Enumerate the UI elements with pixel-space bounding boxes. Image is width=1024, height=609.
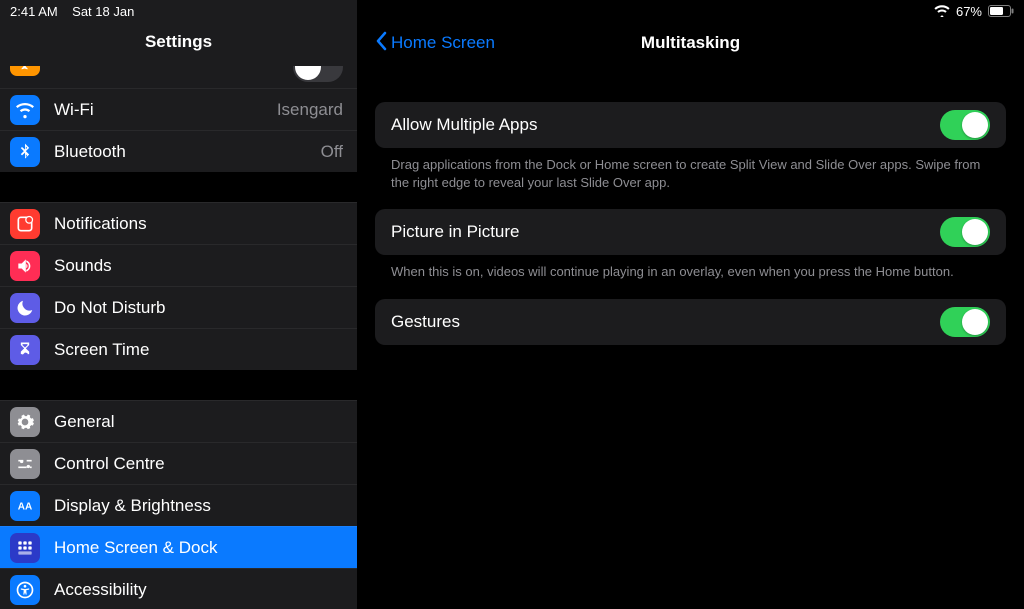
- section-gestures: Gestures: [375, 299, 1006, 345]
- airplane-toggle[interactable]: [293, 66, 343, 82]
- card-allow-apps: Allow Multiple Apps: [375, 102, 1006, 148]
- row-gestures: Gestures: [391, 299, 990, 345]
- sidebar-item-bluetooth[interactable]: Bluetooth Off: [0, 130, 357, 172]
- sidebar-item-accessibility[interactable]: Accessibility: [0, 568, 357, 609]
- pip-label: Picture in Picture: [391, 222, 940, 242]
- group-gap-2: [0, 370, 357, 400]
- sounds-label: Sounds: [54, 256, 343, 276]
- general-label: General: [54, 412, 343, 432]
- status-right: 67%: [934, 4, 1014, 19]
- battery-percent: 67%: [956, 4, 982, 19]
- airplane-icon: [10, 66, 40, 76]
- sidebar-item-screentime[interactable]: Screen Time: [0, 328, 357, 370]
- moon-icon: [10, 293, 40, 323]
- grid-icon: [10, 533, 40, 563]
- detail-pane: Home Screen Multitasking Allow Multiple …: [357, 0, 1024, 609]
- wifi-value: Isengard: [277, 100, 343, 120]
- group-gap: [0, 172, 357, 202]
- allow-apps-toggle[interactable]: [940, 110, 990, 140]
- section-allow-apps: Allow Multiple Apps Drag applications fr…: [375, 102, 1006, 191]
- app-root: 2:41 AM Sat 18 Jan 67% Settings Airplane…: [0, 0, 1024, 609]
- hourglass-icon: [10, 335, 40, 365]
- gear-icon: [10, 407, 40, 437]
- bluetooth-icon: [10, 137, 40, 167]
- status-time: 2:41 AM: [10, 4, 58, 19]
- section-pip: Picture in Picture When this is on, vide…: [375, 209, 1006, 281]
- pip-footer: When this is on, videos will continue pl…: [375, 255, 1006, 281]
- sidebar-title: Settings: [0, 22, 357, 66]
- display-label: Display & Brightness: [54, 496, 343, 516]
- card-gestures: Gestures: [375, 299, 1006, 345]
- allow-apps-footer: Drag applications from the Dock or Home …: [375, 148, 1006, 191]
- gestures-toggle[interactable]: [940, 307, 990, 337]
- accessibility-icon: [10, 575, 40, 605]
- pip-toggle[interactable]: [940, 217, 990, 247]
- nav-bar: Home Screen Multitasking: [375, 22, 1006, 64]
- row-allow-apps: Allow Multiple Apps: [391, 102, 990, 148]
- aa-icon: AA: [10, 491, 40, 521]
- sidebar-item-notifications[interactable]: Notifications: [0, 202, 357, 244]
- battery-icon: [988, 5, 1014, 17]
- card-pip: Picture in Picture: [375, 209, 1006, 255]
- sidebar: Settings Airplane Mode Wi-Fi Isengard: [0, 0, 357, 609]
- controlcentre-label: Control Centre: [54, 454, 343, 474]
- sidebar-scroll[interactable]: Airplane Mode Wi-Fi Isengard Bluetooth O…: [0, 66, 357, 609]
- wifi-settings-icon: [10, 95, 40, 125]
- homedock-label: Home Screen & Dock: [54, 538, 343, 558]
- notifications-label: Notifications: [54, 214, 343, 234]
- status-time-date: 2:41 AM Sat 18 Jan: [10, 4, 134, 19]
- wifi-icon: [934, 5, 950, 17]
- sidebar-item-dnd[interactable]: Do Not Disturb: [0, 286, 357, 328]
- accessibility-label: Accessibility: [54, 580, 343, 600]
- dnd-label: Do Not Disturb: [54, 298, 343, 318]
- status-date: Sat 18 Jan: [72, 4, 134, 19]
- back-button[interactable]: Home Screen: [375, 31, 495, 56]
- sidebar-item-airplane[interactable]: Airplane Mode: [0, 66, 357, 88]
- status-bar: 2:41 AM Sat 18 Jan 67%: [0, 0, 1024, 22]
- back-label: Home Screen: [391, 33, 495, 53]
- screentime-label: Screen Time: [54, 340, 343, 360]
- row-pip: Picture in Picture: [391, 209, 990, 255]
- wifi-label: Wi-Fi: [54, 100, 269, 120]
- sidebar-item-controlcentre[interactable]: Control Centre: [0, 442, 357, 484]
- bluetooth-label: Bluetooth: [54, 142, 313, 162]
- notifications-icon: [10, 209, 40, 239]
- chevron-left-icon: [375, 31, 387, 56]
- sidebar-item-homedock[interactable]: Home Screen & Dock: [0, 526, 357, 568]
- sliders-icon: [10, 449, 40, 479]
- gestures-label: Gestures: [391, 312, 940, 332]
- svg-text:AA: AA: [18, 501, 32, 512]
- sidebar-item-display[interactable]: AA Display & Brightness: [0, 484, 357, 526]
- sidebar-item-wifi[interactable]: Wi-Fi Isengard: [0, 88, 357, 130]
- bluetooth-value: Off: [321, 142, 343, 162]
- sidebar-item-sounds[interactable]: Sounds: [0, 244, 357, 286]
- sidebar-item-general[interactable]: General: [0, 400, 357, 442]
- sounds-icon: [10, 251, 40, 281]
- allow-apps-label: Allow Multiple Apps: [391, 115, 940, 135]
